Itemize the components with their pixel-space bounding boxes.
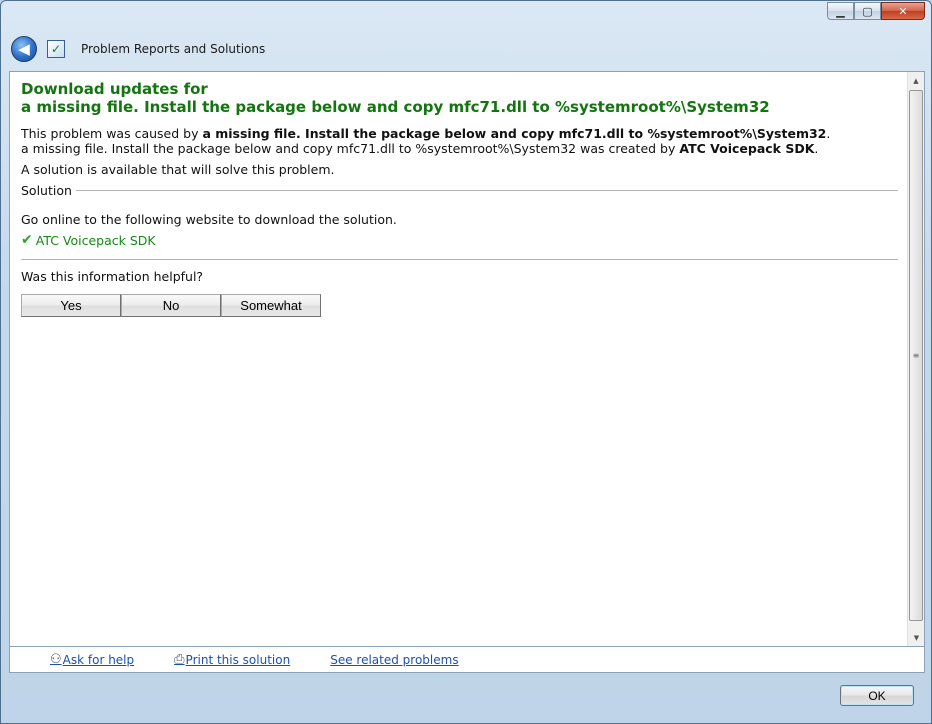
cause-text: This problem was caused by a missing fil… [21,126,898,141]
cause-bold: a missing file. Install the package belo… [202,126,827,141]
somewhat-button[interactable]: Somewhat [221,294,321,317]
no-button[interactable]: No [121,294,221,317]
solution-headline: Download updates for a missing file. Ins… [21,80,898,116]
solution-body: Download updates for a missing file. Ins… [21,80,898,317]
navigation-bar: ◀ ✓ Problem Reports and Solutions [9,31,925,67]
created-suffix: . [814,141,819,156]
scroll-down-icon[interactable]: ▼ [908,629,925,646]
solution-header-label: Solution [21,183,72,198]
created-by-text: a missing file. Install the package belo… [21,141,898,156]
task-links-bar: ⚇ Ask for help ⎙ Print this solution See… [9,647,925,673]
close-button[interactable]: ✕ [881,2,925,20]
see-related-label[interactable]: See related problems [330,653,458,667]
scroll-up-icon[interactable]: ▲ [908,72,924,89]
ask-for-help-link[interactable]: ⚇ Ask for help [50,652,134,667]
created-by-name: ATC Voicepack SDK [679,141,815,156]
checkmark-icon: ✔ [21,232,33,248]
scroll-thumb[interactable]: ≡ [909,90,923,621]
yes-button[interactable]: Yes [21,294,121,317]
solution-link[interactable]: ✔ ATC Voicepack SDK [21,232,898,248]
caption-buttons: ▁ ▢ ✕ [827,2,925,20]
vertical-scrollbar[interactable]: ▲ ≡ ▼ [907,72,924,646]
back-button[interactable]: ◀ [11,36,37,62]
minimize-button[interactable]: ▁ [827,2,854,20]
solution-content-pane: Download updates for a missing file. Ins… [9,71,925,647]
print-solution-label[interactable]: Print this solution [186,653,291,667]
created-text: a missing file. Install the package belo… [21,141,680,156]
maximize-button[interactable]: ▢ [854,2,881,20]
see-related-problems-link[interactable]: See related problems [330,653,458,667]
window-title: Problem Reports and Solutions [81,42,266,56]
helpful-question: Was this information helpful? [21,269,204,284]
feedback-buttons: Yes No Somewhat [21,294,898,317]
section-divider [75,190,898,191]
solution-available-text: A solution is available that will solve … [21,162,335,177]
solution-link-label[interactable]: ATC Voicepack SDK [36,233,156,248]
printer-icon: ⎙ [174,652,185,667]
cause-suffix: . [826,126,831,141]
problem-reports-window: ▁ ▢ ✕ ◀ ✓ Problem Reports and Solutions … [0,0,932,724]
ask-for-help-label[interactable]: Ask for help [63,653,134,667]
feedback-divider [21,259,898,260]
back-arrow-icon: ◀ [18,40,30,58]
ok-button[interactable]: OK [840,685,914,706]
go-online-text: Go online to the following website to do… [21,212,397,227]
headline-line-2: a missing file. Install the package belo… [21,98,770,116]
cause-prefix: This problem was caused by [21,126,203,141]
problem-reports-icon: ✓ [47,40,65,58]
print-solution-link[interactable]: ⎙ Print this solution [174,652,290,667]
headline-line-1: Download updates for [21,80,208,98]
help-people-icon: ⚇ [50,652,62,667]
solution-section-header: Solution [21,183,898,198]
